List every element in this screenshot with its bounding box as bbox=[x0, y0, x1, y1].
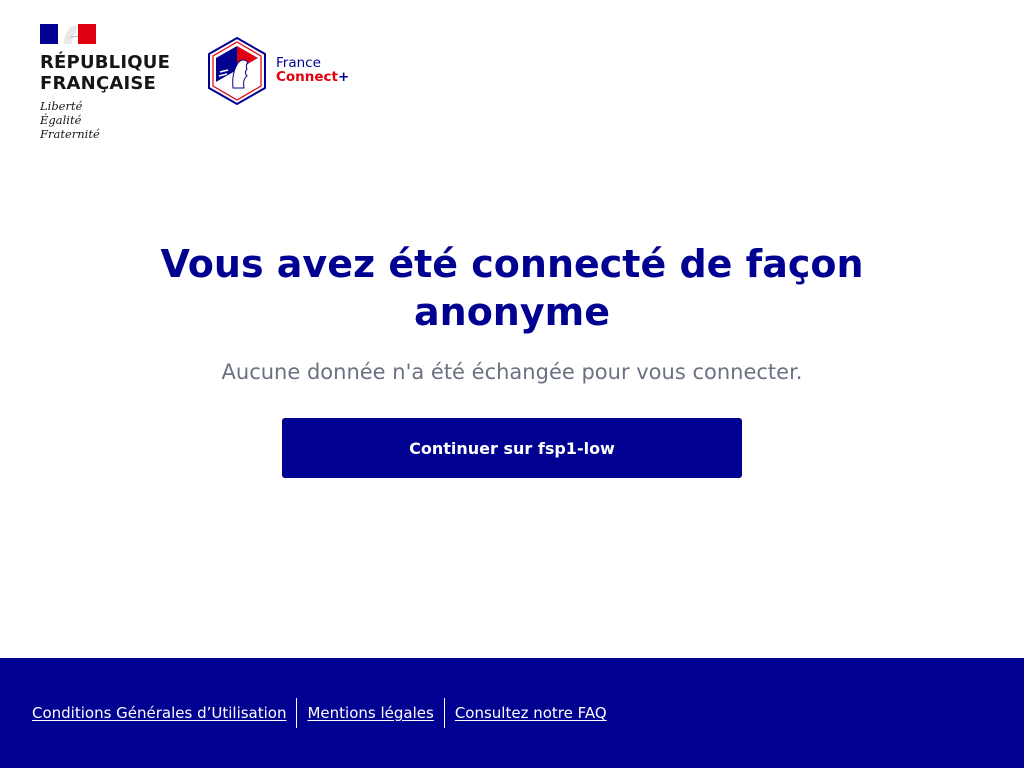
footer-links: Conditions Générales d’Utilisation Menti… bbox=[32, 698, 617, 728]
header: RÉPUBLIQUE FRANÇAISE Liberté Égalité Fra… bbox=[0, 0, 1024, 150]
franceconnect-wordmark: France Connect+ bbox=[276, 56, 349, 84]
marianne-flag-icon bbox=[40, 24, 96, 44]
footer: Conditions Générales d’Utilisation Menti… bbox=[0, 658, 1024, 768]
franceconnect-word-connect: Connect bbox=[276, 69, 339, 85]
page-subtitle: Aucune donnée n'a été échangée pour vous… bbox=[221, 360, 803, 384]
franceconnect-plus-logo[interactable]: France Connect+ bbox=[206, 36, 356, 106]
republique-francaise-logo[interactable]: RÉPUBLIQUE FRANÇAISE Liberté Égalité Fra… bbox=[40, 24, 180, 141]
page-title: Vous avez été connecté de façon anonyme bbox=[160, 242, 864, 334]
franceconnect-hexagon-logo bbox=[208, 36, 266, 106]
motto-liberte: Liberté bbox=[40, 99, 83, 113]
republic-line-1: RÉPUBLIQUE bbox=[40, 52, 171, 73]
republic-line-2: FRANÇAISE bbox=[40, 73, 157, 94]
motto-egalite: Égalité bbox=[40, 113, 82, 127]
motto-fraternite: Fraternité bbox=[40, 127, 100, 141]
franceconnect-plus-sign: + bbox=[338, 69, 350, 85]
continue-button[interactable]: Continuer sur fsp1-low bbox=[282, 418, 742, 478]
footer-link-faq[interactable]: Consultez notre FAQ bbox=[445, 698, 617, 728]
footer-link-cgu[interactable]: Conditions Générales d’Utilisation bbox=[32, 698, 296, 728]
page: RÉPUBLIQUE FRANÇAISE Liberté Égalité Fra… bbox=[0, 0, 1024, 768]
footer-link-mentions-legales[interactable]: Mentions légales bbox=[297, 698, 443, 728]
republic-motto: Liberté Égalité Fraternité bbox=[40, 99, 180, 141]
main-content: Vous avez été connecté de façon anonyme … bbox=[0, 240, 1024, 478]
franceconnect-word-france: France bbox=[276, 55, 321, 71]
republic-name: RÉPUBLIQUE FRANÇAISE bbox=[40, 52, 180, 94]
